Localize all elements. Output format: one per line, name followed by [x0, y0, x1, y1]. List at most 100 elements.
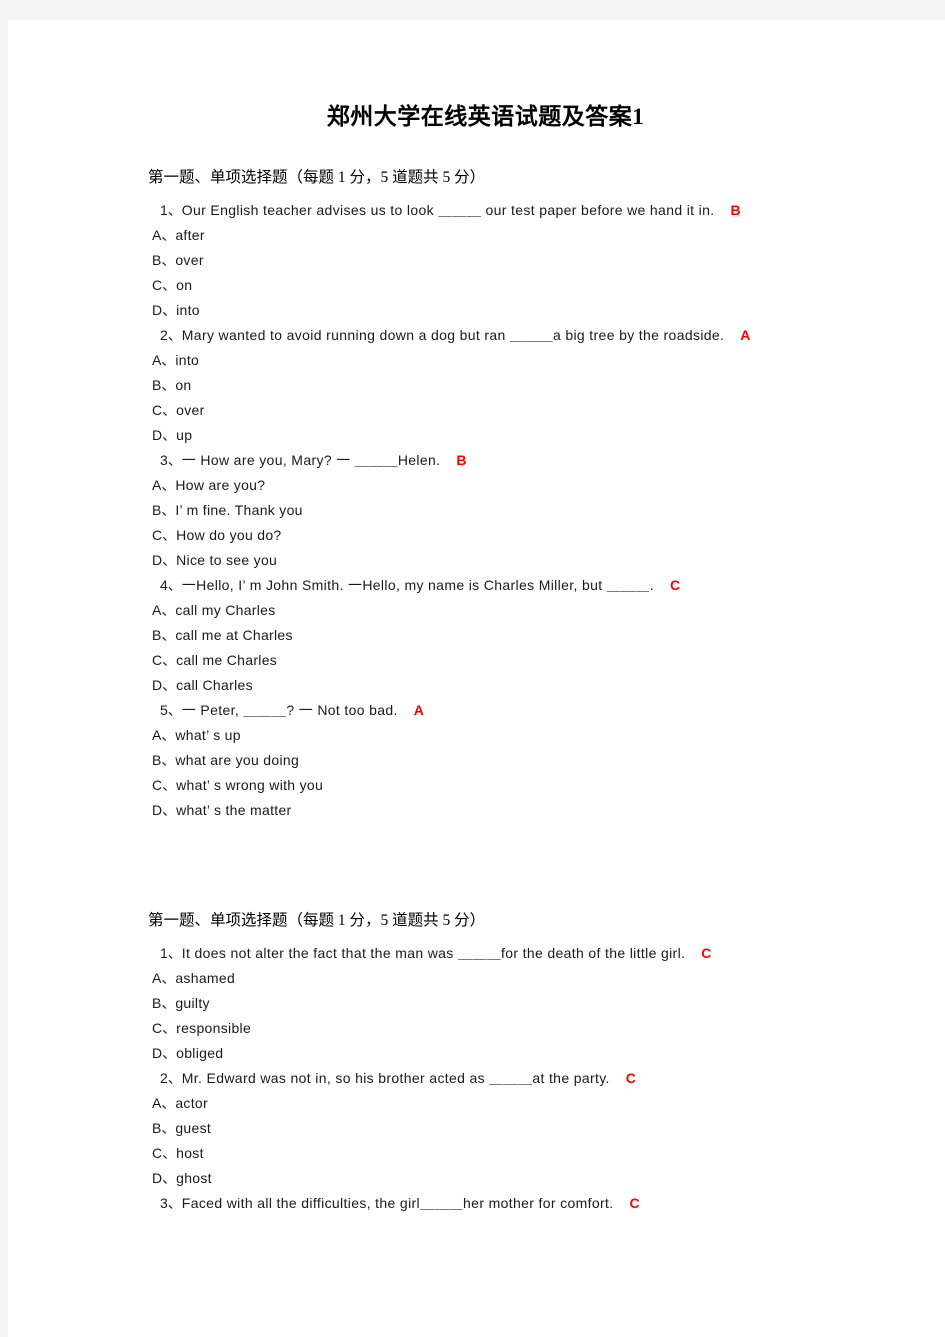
option-letter: D、: [152, 1044, 177, 1061]
option-letter: C、: [152, 526, 177, 543]
option-line: B、guest: [8, 1116, 945, 1141]
answer-key: C: [669, 576, 681, 593]
option-line: C、over: [8, 398, 945, 423]
option-letter: D、: [152, 426, 177, 443]
question-text: 一 How are you, Mary? 一 ＿＿＿Helen.: [181, 451, 441, 468]
option-line: A、ashamed: [8, 966, 945, 991]
option-text: guilty: [175, 994, 210, 1011]
option-text: over: [176, 401, 205, 418]
option-line: D、obliged: [8, 1041, 945, 1066]
option-text: How are you?: [175, 476, 266, 493]
option-letter: D、: [152, 801, 177, 818]
option-letter: A、: [152, 476, 176, 493]
option-line: A、what’ s up: [8, 723, 945, 748]
option-line: B、on: [8, 373, 945, 398]
option-line: B、what are you doing: [8, 748, 945, 773]
option-text: into: [176, 301, 200, 318]
answer-key: B: [730, 201, 741, 218]
option-line: A、into: [8, 348, 945, 373]
option-line: A、after: [8, 223, 945, 248]
sections-container: 第一题、单项选择题（每题 1 分，5 道题共 5 分） 1、Our English…: [8, 166, 945, 1216]
answer-key: C: [701, 944, 712, 961]
option-letter: B、: [152, 994, 176, 1011]
option-text: call my Charles: [175, 601, 276, 618]
option-text: I’ m fine. Thank you: [175, 501, 303, 518]
option-text: call me Charles: [176, 651, 278, 668]
question-text: It does not alter the fact that the man …: [181, 944, 686, 961]
option-text: actor: [175, 1094, 208, 1111]
option-text: on: [176, 276, 193, 293]
option-letter: B、: [152, 376, 176, 393]
option-text: up: [176, 426, 193, 443]
option-text: call me at Charles: [175, 626, 293, 643]
option-letter: B、: [152, 1119, 176, 1136]
option-text: over: [175, 251, 204, 268]
question-number: 2、: [160, 326, 182, 343]
option-line: C、what’ s wrong with you: [8, 773, 945, 798]
option-text: on: [175, 376, 192, 393]
option-letter: B、: [152, 501, 176, 518]
option-line: D、up: [8, 423, 945, 448]
option-text: what’ s the matter: [176, 801, 292, 818]
option-letter: A、: [152, 601, 176, 618]
option-line: B、over: [8, 248, 945, 273]
question-line: 5、一 Peter, ＿＿＿? 一 Not too bad. A: [8, 698, 945, 723]
exam-section: 第一题、单项选择题（每题 1 分，5 道题共 5 分） 1、Our English…: [8, 166, 945, 823]
question-number: 5、: [160, 701, 182, 718]
option-text: host: [176, 1144, 204, 1161]
answer-key: A: [413, 701, 424, 718]
option-line: A、How are you?: [8, 473, 945, 498]
option-line: B、call me at Charles: [8, 623, 945, 648]
answer-key: C: [629, 1194, 640, 1211]
question-line: 1、Our English teacher advises us to look…: [8, 198, 945, 223]
question-text: 一Hello, I’ m John Smith. 一Hello, my name…: [181, 576, 654, 593]
question-text: Mr. Edward was not in, so his brother ac…: [181, 1069, 610, 1086]
option-text: into: [175, 351, 200, 368]
option-text: How do you do?: [176, 526, 282, 543]
question-text: Faced with all the difficulties, the gir…: [181, 1194, 614, 1211]
option-line: D、what’ s the matter: [8, 798, 945, 823]
option-letter: D、: [152, 676, 177, 693]
option-text: what’ s up: [175, 726, 241, 743]
question-line: 4、一Hello, I’ m John Smith. 一Hello, my na…: [8, 573, 945, 598]
page-title: 郑州大学在线英语试题及答案1: [326, 104, 645, 129]
question-line: 3、一 How are you, Mary? 一 ＿＿＿Helen. B: [8, 448, 945, 473]
question-number: 3、: [160, 451, 182, 468]
question-number: 1、: [160, 201, 182, 218]
option-letter: B、: [152, 626, 176, 643]
option-line: D、into: [8, 298, 945, 323]
option-text: guest: [175, 1119, 212, 1136]
option-line: C、How do you do?: [8, 523, 945, 548]
option-letter: A、: [152, 726, 176, 743]
option-text: ghost: [176, 1169, 212, 1186]
option-text: call Charles: [176, 676, 253, 693]
option-letter: B、: [152, 751, 176, 768]
question-line: 2、Mary wanted to avoid running down a do…: [8, 323, 945, 348]
option-line: A、actor: [8, 1091, 945, 1116]
question-number: 2、: [160, 1069, 182, 1086]
option-text: obliged: [176, 1044, 224, 1061]
section-header: 第一题、单项选择题（每题 1 分，5 道题共 5 分）: [148, 911, 486, 929]
option-letter: A、: [152, 226, 176, 243]
option-letter: A、: [152, 969, 176, 986]
option-letter: D、: [152, 301, 177, 318]
question-text: Our English teacher advises us to look ＿…: [181, 201, 715, 218]
question-number: 1、: [160, 944, 182, 961]
option-line: D、Nice to see you: [8, 548, 945, 573]
question-number: 3、: [160, 1194, 182, 1211]
option-line: A、call my Charles: [8, 598, 945, 623]
option-text: responsible: [176, 1019, 252, 1036]
question-text: Mary wanted to avoid running down a dog …: [181, 326, 725, 343]
option-line: B、I’ m fine. Thank you: [8, 498, 945, 523]
option-letter: A、: [152, 351, 176, 368]
option-line: C、responsible: [8, 1016, 945, 1041]
option-text: after: [175, 226, 205, 243]
option-line: C、host: [8, 1141, 945, 1166]
answer-key: A: [740, 326, 751, 343]
question-line: 2、Mr. Edward was not in, so his brother …: [8, 1066, 945, 1091]
question-line: 3、Faced with all the difficulties, the g…: [8, 1191, 945, 1216]
option-letter: C、: [152, 1144, 177, 1161]
option-text: what are you doing: [175, 751, 300, 768]
option-line: D、call Charles: [8, 673, 945, 698]
question-text: 一 Peter, ＿＿＿? 一 Not too bad.: [181, 701, 398, 718]
